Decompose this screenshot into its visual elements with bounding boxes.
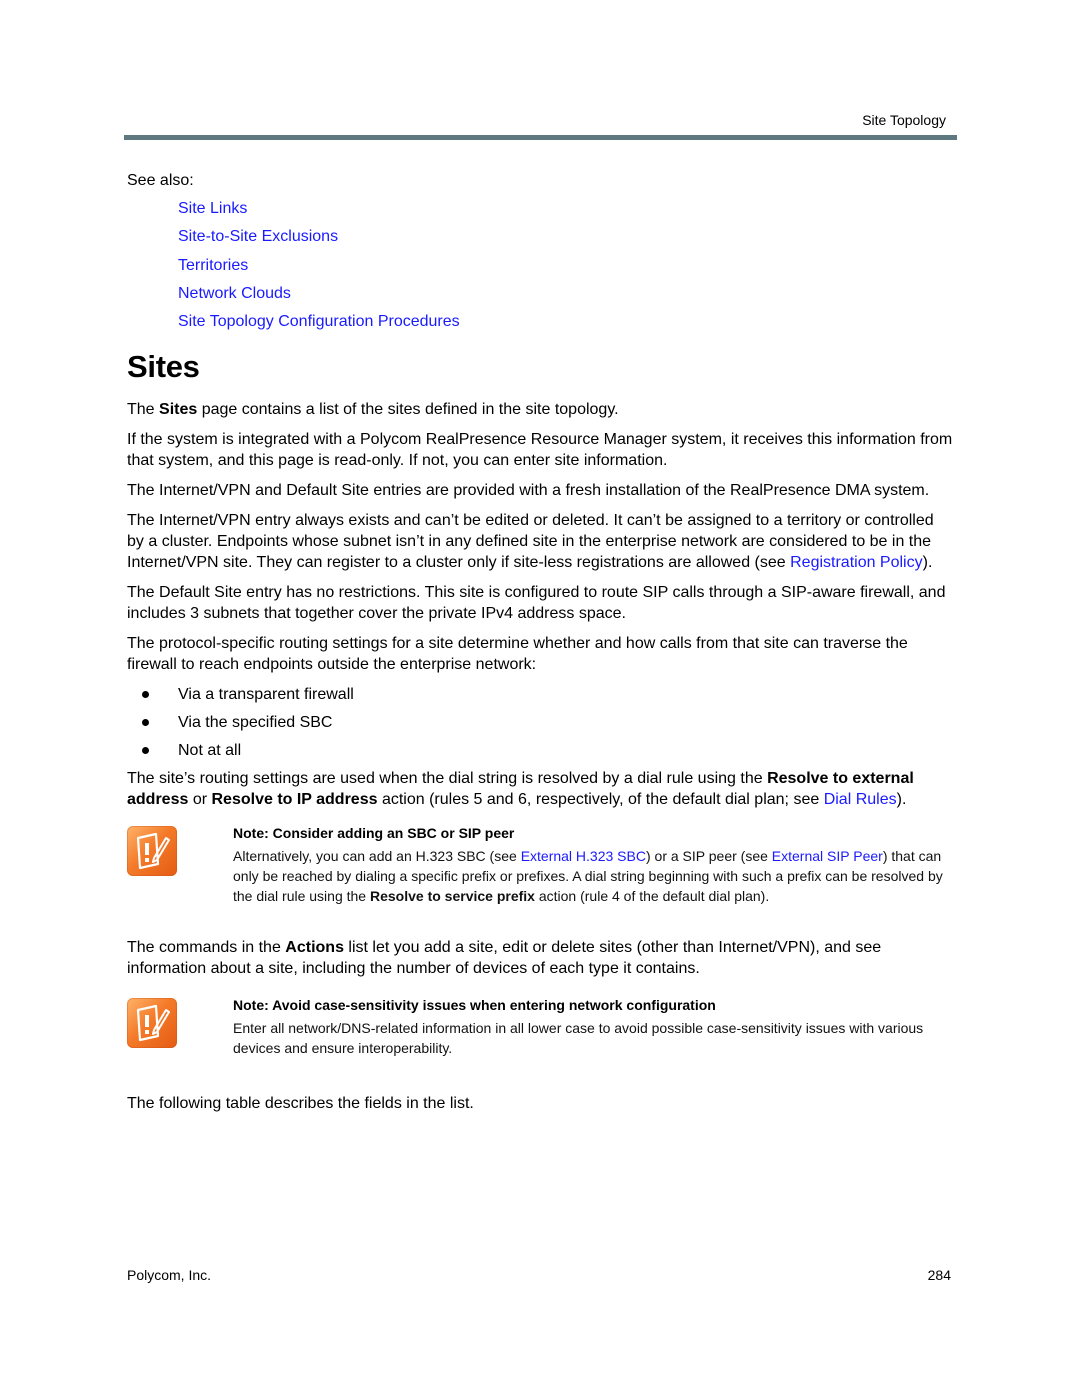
- bullet-icon: [142, 747, 149, 755]
- bold-term: Resolve to IP address: [211, 791, 378, 809]
- paragraph-integration: If the system is integrated with a Polyc…: [127, 431, 953, 470]
- running-header-title: Site Topology: [862, 112, 946, 128]
- paragraph-table-intro: The following table describes the fields…: [127, 1095, 474, 1113]
- link-external-h323-sbc[interactable]: External H.323 SBC: [521, 848, 646, 864]
- bold-term: Sites: [159, 401, 198, 419]
- see-also-links: Site Links Site-to-Site Exclusions Terri…: [127, 198, 953, 332]
- bold-term: Resolve to service prefix: [369, 888, 535, 905]
- link-site-to-site-exclusions[interactable]: Site-to-Site Exclusions: [178, 228, 338, 245]
- text: The: [127, 401, 160, 419]
- link-network-clouds[interactable]: Network Clouds: [178, 285, 291, 302]
- list-item-text: Via the specified SBC: [178, 714, 333, 732]
- text: The commands in the: [127, 939, 286, 957]
- header-rule: [124, 135, 957, 140]
- page-content: See also: Site Links Site-to-Site Exclus…: [127, 170, 953, 1123]
- paragraph-internet-vpn: The Internet/VPN entry always exists and…: [127, 510, 953, 573]
- text: or: [188, 791, 212, 809]
- list-item: Via the specified SBC: [127, 712, 953, 733]
- paragraph-actions: The commands in the Actions list let you…: [127, 937, 953, 979]
- text: page contains a list of the sites define…: [197, 401, 619, 419]
- text: ) or a SIP peer (see: [645, 848, 772, 865]
- note-case-sensitivity: Note: Avoid case-sensitivity issues when…: [127, 996, 953, 1058]
- paragraph-default-site: The Default Site entry has no restrictio…: [127, 584, 946, 623]
- section-heading: Sites: [127, 349, 200, 385]
- note-sbc-sip-peer: Note: Consider adding an SBC or SIP peer…: [127, 824, 953, 906]
- link-site-links[interactable]: Site Links: [178, 200, 247, 217]
- list-item: Not at all: [127, 740, 953, 761]
- bullet-icon: [142, 719, 149, 727]
- footer-company: Polycom, Inc.: [127, 1267, 212, 1283]
- bold-term: Actions: [285, 939, 344, 957]
- link-external-sip-peer[interactable]: External SIP Peer: [772, 848, 883, 864]
- note-title: Note: Consider adding an SBC or SIP peer: [233, 825, 515, 842]
- text: ).: [896, 791, 907, 809]
- footer-page-number: 284: [927, 1267, 951, 1283]
- text: Alternatively, you can add an H.323 SBC …: [233, 848, 521, 865]
- note-body: Enter all network/DNS-related informatio…: [233, 1020, 924, 1057]
- text: ).: [922, 554, 933, 572]
- text: action (rules 5 and 6, respectively, of …: [377, 791, 824, 809]
- paragraph-routing-settings: The protocol-specific routing settings f…: [127, 635, 908, 674]
- note-body: Alternatively, you can add an H.323 SBC …: [233, 846, 953, 906]
- link-dial-rules[interactable]: Dial Rules: [824, 791, 897, 808]
- list-item: Via a transparent firewall: [127, 684, 953, 705]
- text: The site’s routing settings are used whe…: [127, 770, 768, 788]
- paragraph-dial-rules: The site’s routing settings are used whe…: [127, 768, 953, 810]
- paragraph-intro: The Sites page contains a list of the si…: [127, 399, 953, 420]
- note-icon: [127, 998, 177, 1049]
- note-icon: [127, 826, 177, 877]
- note-title: Note: Avoid case-sensitivity issues when…: [233, 997, 716, 1014]
- text: action (rule 4 of the default dial plan)…: [534, 888, 770, 905]
- list-item-text: Via a transparent firewall: [178, 686, 354, 704]
- see-also-label: See also:: [127, 172, 194, 189]
- bullet-icon: [142, 691, 149, 699]
- routing-options-list: Via a transparent firewall Via the speci…: [127, 684, 953, 761]
- link-registration-policy[interactable]: Registration Policy: [790, 554, 923, 571]
- link-site-topology-config-procedures[interactable]: Site Topology Configuration Procedures: [178, 313, 460, 330]
- link-territories[interactable]: Territories: [178, 257, 248, 274]
- paragraph-default-entries: The Internet/VPN and Default Site entrie…: [127, 482, 930, 500]
- list-item-text: Not at all: [178, 742, 242, 760]
